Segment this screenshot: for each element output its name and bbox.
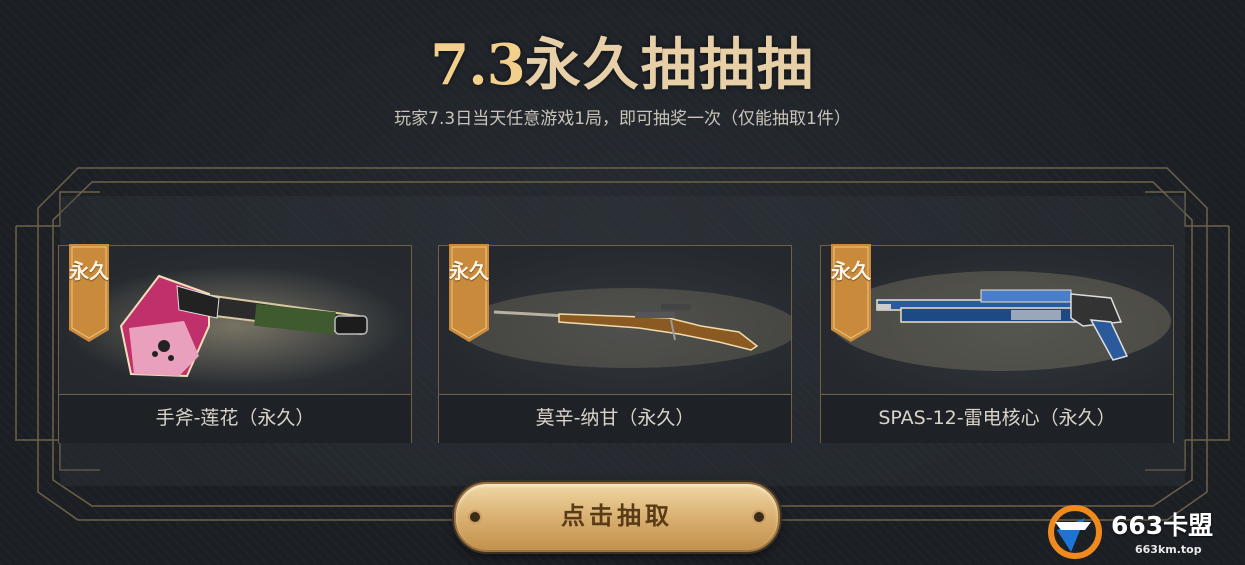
button-ornament-right [754,512,764,522]
prize-name: 手斧-莲花（永久） [59,394,411,443]
permanent-badge: 永久 [69,244,109,344]
page-title: 7.3永久抽抽抽 [0,30,1245,100]
watermark-brand: 663卡盟 [1111,511,1214,540]
prize-image-area: 永久 [439,244,791,393]
prize-card-1: 永久 手斧-莲花（永久） [58,244,412,443]
watermark-url: 663km.top [1135,543,1202,556]
lotus-axe-icon [64,266,404,386]
prize-image-area: 永久 [821,244,1173,393]
prize-image-area: 永久 [59,244,411,393]
permanent-badge: 永久 [831,244,871,344]
page-subtitle: 玩家7.3日当天任意游戏1局，即可抽奖一次（仅能抽取1件） [394,109,851,129]
badge-text: 永久 [449,259,489,283]
mosin-nagant-rifle-icon [459,288,791,368]
badge-text: 永久 [69,259,109,283]
prize-name: SPAS-12-雷电核心（永久） [821,394,1173,443]
draw-button[interactable]: 点击抽取 [454,482,780,552]
draw-button-label: 点击抽取 [561,501,673,530]
prize-card-3: 永久 SPAS-12-雷电核心（永久） [820,244,1174,443]
prize-card-2: 永久 莫辛-纳甘（永久） [438,244,792,443]
title-number: 7.3 [430,32,525,98]
permanent-badge: 永久 [449,244,489,344]
badge-text: 永久 [831,259,871,283]
title-text: 永久抽抽抽 [524,32,815,98]
logo-icon [1048,505,1102,559]
spas12-shotgun-icon [831,271,1171,371]
watermark-logo: 663卡盟 663km.top [1045,500,1245,565]
prize-name: 莫辛-纳甘（永久） [439,394,791,443]
event-page: 7.3永久抽抽抽 玩家7.3日当天任意游戏1局，即可抽奖一次（仅能抽取1件） 永… [0,0,1245,565]
